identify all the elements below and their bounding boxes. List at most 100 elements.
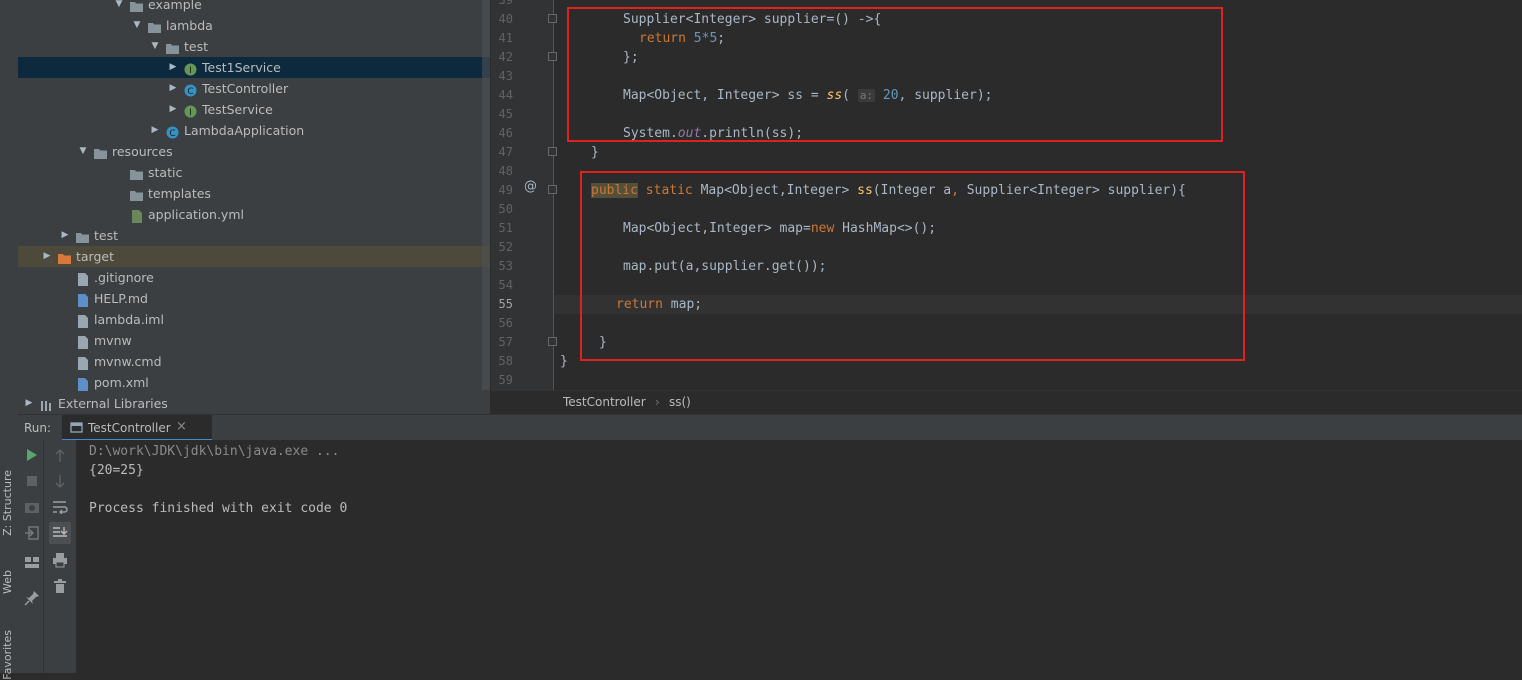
- tree-item-label: External Libraries: [58, 396, 168, 411]
- resources-folder-icon: [94, 145, 107, 159]
- line-number: 52: [498, 240, 513, 254]
- line-number: 41: [498, 31, 513, 45]
- tree-item[interactable]: application.yml: [18, 204, 490, 225]
- tree-item[interactable]: ▶ test: [18, 225, 490, 246]
- print-icon[interactable]: [52, 552, 68, 568]
- layout-icon[interactable]: [24, 555, 40, 569]
- breadcrumb-separator: ›: [655, 395, 660, 409]
- soft-wrap-icon[interactable]: [52, 500, 68, 514]
- package-folder-icon: [166, 40, 179, 54]
- tree-item-label: application.yml: [148, 207, 244, 222]
- tree-item[interactable]: pom.xml: [18, 372, 490, 393]
- stop-icon[interactable]: [26, 475, 38, 487]
- console-line-command: D:\work\JDK\jdk\bin\java.exe ...: [89, 444, 340, 459]
- scroll-to-end-icon: [53, 527, 68, 537]
- text-file-icon: [76, 355, 89, 370]
- run-tab-testcontroller[interactable]: TestController ×: [62, 415, 212, 441]
- tree-item-label: mvnw.cmd: [94, 354, 162, 369]
- tree-item[interactable]: .gitignore: [18, 267, 490, 288]
- tree-item[interactable]: ▼ lambda: [18, 15, 490, 36]
- dump-threads-icon[interactable]: [24, 500, 40, 514]
- tree-item-label: static: [148, 165, 183, 180]
- tree-item-label: resources: [112, 144, 173, 159]
- expand-arrow-icon[interactable]: ▶: [42, 246, 52, 267]
- collapse-arrow-icon[interactable]: ▼: [150, 36, 160, 57]
- line-number: 53: [498, 259, 513, 273]
- package-folder-icon: [148, 19, 161, 33]
- tree-item[interactable]: ▼ test: [18, 36, 490, 57]
- clear-all-icon[interactable]: [53, 578, 67, 594]
- tree-item[interactable]: ▶ C LambdaApplication: [18, 120, 490, 141]
- iml-file-icon: [76, 313, 89, 328]
- expand-arrow-icon[interactable]: ▶: [168, 57, 178, 78]
- fold-marker-icon[interactable]: [548, 147, 557, 156]
- collapse-arrow-icon[interactable]: ▼: [114, 0, 124, 15]
- tree-item[interactable]: mvnw: [18, 330, 490, 351]
- scroll-up-icon[interactable]: [54, 449, 66, 463]
- fold-marker-icon[interactable]: [548, 337, 557, 346]
- fold-marker-icon[interactable]: [548, 52, 557, 61]
- expand-arrow-icon[interactable]: ▶: [60, 225, 70, 246]
- fold-marker-icon[interactable]: [548, 185, 557, 194]
- expand-arrow-icon[interactable]: ▶: [168, 78, 178, 99]
- expand-arrow-icon[interactable]: ▶: [168, 99, 178, 120]
- expand-arrow-icon[interactable]: ▶: [150, 120, 160, 141]
- console-line-exit: Process finished with exit code 0: [89, 501, 348, 516]
- console-line-result: {20=25}: [89, 463, 144, 478]
- code-editor[interactable]: 39 40 41 42 43 44 45 46 47 48 49 50 51 52 53 54 55 56 57 58…: [491, 0, 1522, 414]
- tree-item[interactable]: ▶ target: [18, 246, 490, 267]
- run-toolbar: [18, 440, 76, 673]
- line-number: 46: [498, 126, 513, 140]
- scroll-down-icon[interactable]: [54, 474, 66, 488]
- tree-item[interactable]: ▶ I Test1Service: [18, 57, 490, 78]
- run-console-output[interactable]: D:\work\JDK\jdk\bin\java.exe ... {20=25}…: [76, 440, 1522, 673]
- line-number: 59: [498, 373, 513, 387]
- pin-icon[interactable]: [24, 590, 40, 606]
- scroll-to-end-toggle[interactable]: [49, 522, 71, 544]
- web-tool-tab[interactable]: Web: [1, 570, 17, 594]
- tool-window-strip: Z: Structure Web Favorites: [0, 0, 19, 680]
- tree-item-label: TestService: [202, 102, 273, 117]
- tree-item-label: LambdaApplication: [184, 123, 305, 138]
- favorites-tool-tab[interactable]: Favorites: [1, 630, 17, 680]
- tree-item[interactable]: static: [18, 162, 490, 183]
- close-tab-icon[interactable]: ×: [176, 419, 187, 434]
- line-number: 56: [498, 316, 513, 330]
- folder-icon: [76, 229, 89, 243]
- run-label: Run:: [24, 421, 52, 435]
- breadcrumb-class[interactable]: TestController: [563, 395, 646, 409]
- tree-item[interactable]: templates: [18, 183, 490, 204]
- tree-item[interactable]: ▼ example: [18, 0, 490, 15]
- line-number: 45: [498, 107, 513, 121]
- tree-item[interactable]: ▶ I TestService: [18, 99, 490, 120]
- line-number: 58: [498, 354, 513, 368]
- libraries-icon: [40, 397, 53, 411]
- tree-item[interactable]: ▶ C TestController: [18, 78, 490, 99]
- tree-item[interactable]: lambda.iml: [18, 309, 490, 330]
- tree-item[interactable]: ▶ External Libraries: [18, 393, 490, 414]
- folder-icon: [130, 166, 143, 180]
- tree-item-label: HELP.md: [94, 291, 148, 306]
- annotation-box-caller: [567, 7, 1223, 142]
- project-tree-scrollbar[interactable]: [482, 0, 490, 390]
- expand-arrow-icon[interactable]: ▶: [24, 393, 34, 414]
- tree-item[interactable]: mvnw.cmd: [18, 351, 490, 372]
- tree-item-label: mvnw: [94, 333, 132, 348]
- collapse-arrow-icon[interactable]: ▼: [78, 141, 88, 162]
- tree-item-label: pom.xml: [94, 375, 149, 390]
- override-marker-icon[interactable]: @: [524, 179, 537, 194]
- tree-item[interactable]: HELP.md: [18, 288, 490, 309]
- collapse-arrow-icon[interactable]: ▼: [132, 15, 142, 36]
- tree-item[interactable]: ▼ resources: [18, 141, 490, 162]
- structure-tool-tab[interactable]: Z: Structure: [1, 470, 17, 536]
- text-file-icon: [76, 271, 89, 286]
- rerun-icon[interactable]: [26, 449, 38, 461]
- exit-icon[interactable]: [24, 526, 40, 540]
- interface-icon: I: [184, 61, 197, 76]
- breadcrumb-method[interactable]: ss(): [669, 395, 691, 409]
- editor-gutter: 39 40 41 42 43 44 45 46 47 48 49 50 51 52 53 54 55 56 57 58…: [491, 0, 554, 390]
- breadcrumb: TestController › ss(): [491, 390, 1522, 414]
- fold-marker-icon[interactable]: [548, 14, 557, 23]
- spring-app-icon: C: [166, 124, 179, 139]
- line-number: 47: [498, 145, 513, 159]
